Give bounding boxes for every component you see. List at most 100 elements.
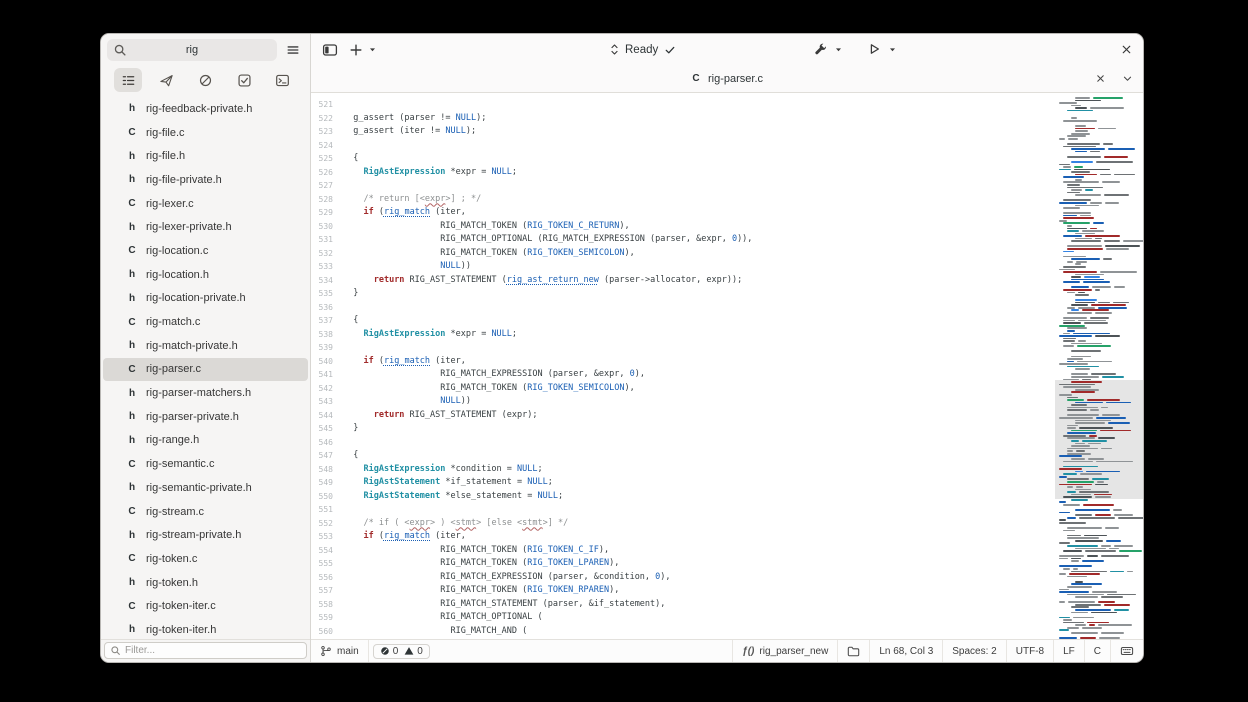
code-line[interactable]: 559 RIG_MATCH_OPTIONAL ( bbox=[311, 611, 1055, 625]
minimap-line bbox=[1063, 207, 1080, 209]
header-file-icon: h bbox=[127, 293, 137, 304]
code-line[interactable]: 542 RIG_MATCH_TOKEN (RIG_TOKEN_SEMICOLON… bbox=[311, 382, 1055, 396]
file-row[interactable]: Crig-stream.c bbox=[103, 500, 308, 524]
code-line[interactable]: 552 /* if ( <expr> ) <stmt> [else <stmt>… bbox=[311, 517, 1055, 531]
file-row[interactable]: Crig-token-iter.c bbox=[103, 594, 308, 618]
chevron-down-icon[interactable] bbox=[834, 45, 843, 54]
file-row[interactable]: hrig-token-iter.h bbox=[103, 618, 308, 639]
code-line[interactable]: 557 RIG_MATCH_TOKEN (RIG_TOKEN_RPAREN), bbox=[311, 584, 1055, 598]
build-button[interactable] bbox=[809, 38, 831, 60]
code-line[interactable]: 534 return RIG_AST_STATEMENT (rig_ast_re… bbox=[311, 274, 1055, 288]
code-line[interactable]: 550 RigAstStatement *else_statement = NU… bbox=[311, 490, 1055, 504]
window-close-button[interactable] bbox=[1115, 38, 1137, 60]
branch-indicator[interactable]: main bbox=[311, 640, 369, 662]
file-row[interactable]: Crig-token.c bbox=[103, 547, 308, 571]
panel-tab-project-tree[interactable] bbox=[114, 68, 142, 92]
indentation-mode[interactable]: Spaces: 2 bbox=[942, 640, 1005, 662]
code-line[interactable]: 554 RIG_MATCH_TOKEN (RIG_TOKEN_C_IF), bbox=[311, 544, 1055, 558]
file-row[interactable]: hrig-match-private.h bbox=[103, 334, 308, 358]
menu-button[interactable] bbox=[282, 39, 304, 61]
filter-entry[interactable] bbox=[104, 642, 307, 659]
code-line[interactable]: 537 { bbox=[311, 314, 1055, 328]
code-line[interactable]: 521 bbox=[311, 98, 1055, 112]
code-line[interactable]: 532 RIG_MATCH_TOKEN (RIG_TOKEN_SEMICOLON… bbox=[311, 247, 1055, 261]
code-line[interactable]: 525 { bbox=[311, 152, 1055, 166]
code-line[interactable]: 538 RigAstExpression *expr = NULL; bbox=[311, 328, 1055, 342]
keyboard-mode-button[interactable] bbox=[1110, 640, 1143, 662]
file-row[interactable]: Crig-semantic.c bbox=[103, 452, 308, 476]
build-status-button[interactable]: Ready bbox=[601, 38, 685, 61]
code-line[interactable]: 527 bbox=[311, 179, 1055, 193]
panel-tab-terminal[interactable] bbox=[269, 68, 297, 92]
code-line[interactable]: 548 RigAstExpression *condition = NULL; bbox=[311, 463, 1055, 477]
tab-close-icon[interactable] bbox=[1095, 73, 1106, 84]
file-row[interactable]: hrig-file-private.h bbox=[103, 168, 308, 192]
file-row[interactable]: hrig-parser-private.h bbox=[103, 405, 308, 429]
file-row[interactable]: Crig-location.c bbox=[103, 239, 308, 263]
cursor-position[interactable]: Ln 68, Col 3 bbox=[869, 640, 942, 662]
language-indicator[interactable]: C bbox=[1084, 640, 1110, 662]
code-line[interactable]: 536 bbox=[311, 301, 1055, 315]
toggle-sidebar-button[interactable] bbox=[319, 39, 341, 61]
code-line[interactable]: 555 RIG_MATCH_TOKEN (RIG_TOKEN_LPAREN), bbox=[311, 557, 1055, 571]
chevron-down-icon[interactable] bbox=[888, 45, 897, 54]
code-line[interactable]: 549 RigAstStatement *if_statement = NULL… bbox=[311, 476, 1055, 490]
code-line[interactable]: 522 g_assert (parser != NULL); bbox=[311, 112, 1055, 126]
code-line[interactable]: 560 RIG_MATCH_AND ( bbox=[311, 625, 1055, 639]
file-row[interactable]: hrig-stream-private.h bbox=[103, 523, 308, 547]
code-line[interactable]: 530 RIG_MATCH_TOKEN (RIG_TOKEN_C_RETURN)… bbox=[311, 220, 1055, 234]
code-line[interactable]: 533 NULL)) bbox=[311, 260, 1055, 274]
code-line[interactable]: 543 NULL)) bbox=[311, 395, 1055, 409]
code-line[interactable]: 544 return RIG_AST_STATEMENT (expr); bbox=[311, 409, 1055, 423]
file-row[interactable]: hrig-lexer-private.h bbox=[103, 215, 308, 239]
code-line[interactable]: 535 } bbox=[311, 287, 1055, 301]
code-line[interactable]: 531 RIG_MATCH_OPTIONAL (RIG_MATCH_EXPRES… bbox=[311, 233, 1055, 247]
code-line[interactable]: 529 if (rig_match (iter, bbox=[311, 206, 1055, 220]
filter-input[interactable] bbox=[125, 645, 301, 656]
file-row[interactable]: hrig-range.h bbox=[103, 429, 308, 453]
code-line[interactable]: 524 bbox=[311, 139, 1055, 153]
code-line[interactable]: 526 RigAstExpression *expr = NULL; bbox=[311, 166, 1055, 180]
chevron-down-icon[interactable] bbox=[368, 45, 377, 54]
file-row[interactable]: hrig-semantic-private.h bbox=[103, 476, 308, 500]
code-line[interactable]: 553 if (rig_match (iter, bbox=[311, 530, 1055, 544]
run-button[interactable] bbox=[863, 38, 885, 60]
file-row[interactable]: hrig-location-private.h bbox=[103, 287, 308, 311]
file-row[interactable]: Crig-parser.c bbox=[103, 358, 308, 382]
current-function[interactable]: ƒ() rig_parser_new bbox=[732, 640, 837, 662]
minimap[interactable] bbox=[1055, 93, 1143, 639]
file-row[interactable]: hrig-location.h bbox=[103, 263, 308, 287]
code-line[interactable]: 547 { bbox=[311, 449, 1055, 463]
code-line[interactable]: 540 if (rig_match (iter, bbox=[311, 355, 1055, 369]
new-document-button[interactable] bbox=[345, 39, 367, 61]
code-line[interactable]: 539 bbox=[311, 341, 1055, 355]
code-line[interactable]: 523 g_assert (iter != NULL); bbox=[311, 125, 1055, 139]
code-view[interactable]: 521522 g_assert (parser != NULL);523 g_a… bbox=[311, 93, 1055, 639]
new-document-split-button[interactable] bbox=[345, 39, 377, 61]
search-input[interactable] bbox=[107, 39, 277, 61]
encoding-indicator[interactable]: UTF-8 bbox=[1006, 640, 1053, 662]
code-line[interactable]: 558 RIG_MATCH_STATEMENT (parser, &if_sta… bbox=[311, 598, 1055, 612]
panel-tab-diagnostics[interactable] bbox=[191, 68, 219, 92]
file-browser-button[interactable] bbox=[837, 640, 869, 662]
file-row[interactable]: Crig-match.c bbox=[103, 310, 308, 334]
code-line[interactable]: 551 bbox=[311, 503, 1055, 517]
code-line[interactable]: 541 RIG_MATCH_EXPRESSION (parser, &expr,… bbox=[311, 368, 1055, 382]
file-row[interactable]: hrig-parser-matchers.h bbox=[103, 381, 308, 405]
code-line[interactable]: 528 /* return [<expr>] ; */ bbox=[311, 193, 1055, 207]
file-row[interactable]: Crig-file.c bbox=[103, 121, 308, 145]
file-row[interactable]: hrig-file.h bbox=[103, 144, 308, 168]
panel-tab-todo[interactable] bbox=[230, 68, 258, 92]
file-row[interactable]: hrig-feedback-private.h bbox=[103, 97, 308, 121]
project-search-entry[interactable] bbox=[107, 39, 277, 61]
diagnostics-summary[interactable]: 0 0 bbox=[369, 640, 439, 662]
panel-tab-pipeline[interactable] bbox=[153, 68, 181, 92]
file-row[interactable]: hrig-token.h bbox=[103, 571, 308, 595]
code-line[interactable]: 545 } bbox=[311, 422, 1055, 436]
tab-rig-parser[interactable]: C rig-parser.c bbox=[691, 73, 763, 85]
file-row[interactable]: Crig-lexer.c bbox=[103, 192, 308, 216]
tab-list-chevron-icon[interactable] bbox=[1122, 73, 1133, 84]
code-line[interactable]: 556 RIG_MATCH_EXPRESSION (parser, &condi… bbox=[311, 571, 1055, 585]
line-ending-indicator[interactable]: LF bbox=[1053, 640, 1084, 662]
code-line[interactable]: 546 bbox=[311, 436, 1055, 450]
